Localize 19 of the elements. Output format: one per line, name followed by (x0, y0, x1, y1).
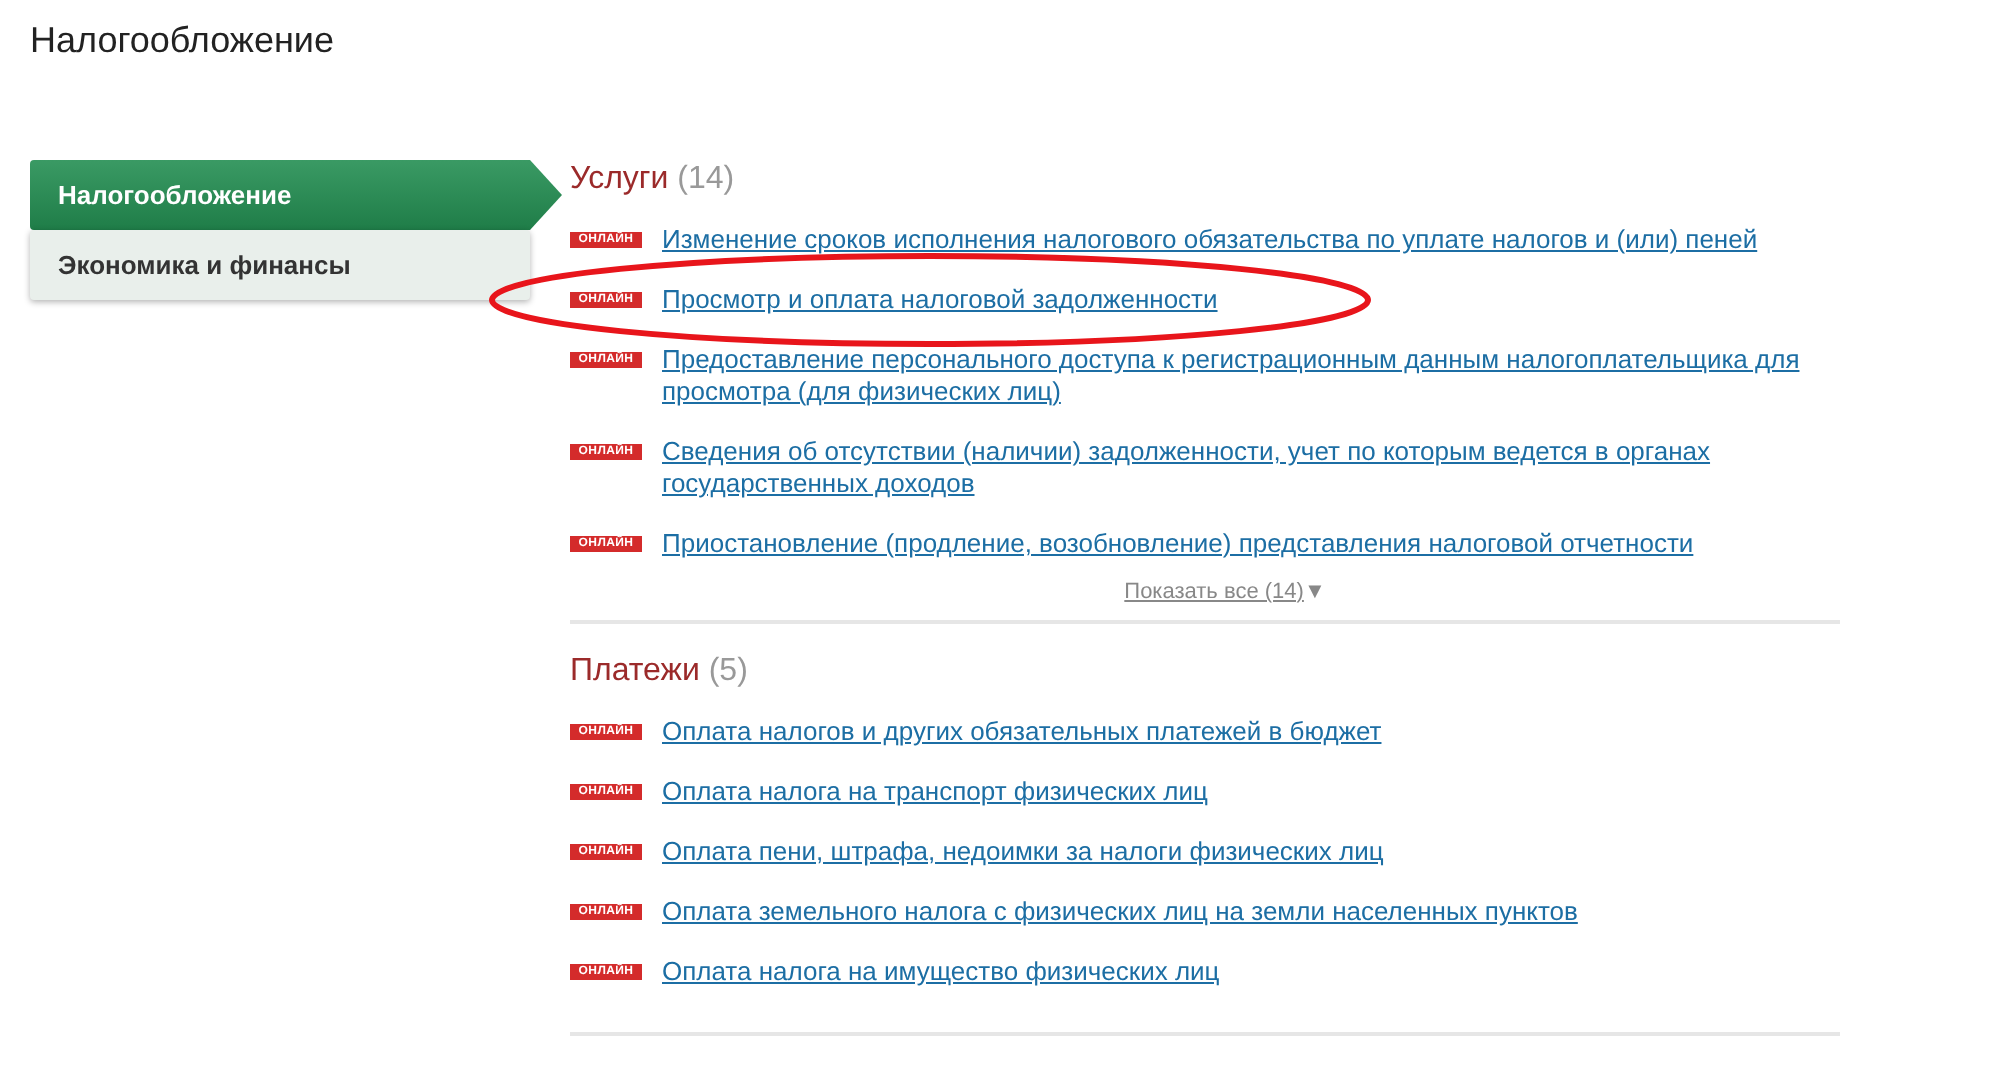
page-title: Налогообложение (30, 18, 336, 62)
section-count: (5) (708, 654, 748, 688)
service-link[interactable]: Просмотр и оплата налоговой задолженности (662, 284, 1218, 316)
service-link[interactable]: Оплата налога на имущество физических лиц (662, 956, 1220, 988)
service-link[interactable]: Оплата земельного налога с физических лиц на земли населенных пунктов (662, 896, 1578, 928)
section-title: Платежи (570, 654, 700, 688)
service-link[interactable]: Сведения об отсутствии (наличии) задолженности, учет по которым ведется в органах государственных доходов (662, 436, 1840, 500)
section-count: (14) (677, 162, 735, 196)
sidebar-item[interactable]: Налогообложение (30, 160, 562, 230)
service-link[interactable]: Оплата налога на транспорт физических лиц (662, 776, 1208, 808)
service-link[interactable]: Предоставление персонального доступа к регистрационным данным налогоплательщика для просмотра (для физических лиц) (662, 344, 1840, 408)
section-title: Услуги (570, 162, 669, 196)
service-link[interactable]: Приостановление (продление, возобновление) представления налоговой отчетности (662, 528, 1694, 560)
service-link[interactable]: Изменение сроков исполнения налогового обязательства по уплате налогов и (или) пеней (662, 224, 1758, 256)
service-link[interactable]: Оплата налогов и других обязательных платежей в бюджет (662, 716, 1382, 748)
caret-icon: ▼ (1303, 580, 1326, 604)
sidebar-item[interactable]: Экономика и финансы (30, 230, 530, 300)
show-all-link[interactable]: Показать все (14) (1124, 580, 1304, 604)
service-link[interactable]: Оплата пени, штрафа, недоимки за налоги физических лиц (662, 836, 1384, 868)
